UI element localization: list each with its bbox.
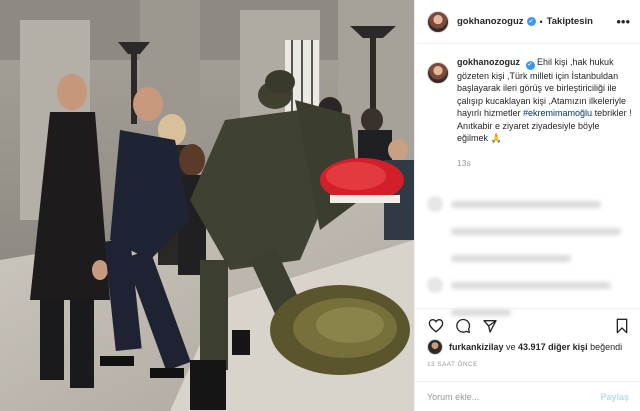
header-separator: •	[539, 16, 543, 27]
blurred-line	[451, 200, 601, 208]
blurred-comment-row	[427, 277, 627, 293]
author-avatar[interactable]	[427, 10, 449, 33]
likes-suffix: beğendi	[587, 342, 623, 352]
caption-body: gokhanozoguz Ehil kişi ,hak hukuk gözete…	[457, 56, 633, 170]
bookmark-icon[interactable]	[611, 315, 633, 337]
likes-connector: ve	[503, 342, 519, 352]
post-details-panel: gokhanozoguz • Takiptesin ••• gokhanozog…	[414, 0, 640, 411]
blurred-line	[451, 254, 571, 262]
post-comment-button[interactable]: Paylaş	[600, 392, 629, 402]
ellipsis-icon[interactable]: •••	[616, 14, 630, 29]
comment-icon[interactable]	[452, 315, 474, 337]
follow-status-button[interactable]: Takiptesin	[547, 16, 593, 27]
post-photo[interactable]	[0, 0, 414, 411]
caption-time: 13s	[457, 158, 471, 169]
blurred-comment-row	[427, 250, 627, 266]
likes-summary: furkankizilay ve 43.917 diğer kişi beğen…	[427, 339, 622, 355]
author-username[interactable]: gokhanozoguz	[457, 16, 524, 27]
caption-hashtag-link[interactable]: #ekremimamoğlu	[523, 108, 592, 118]
heart-icon[interactable]	[425, 315, 447, 337]
blurred-comment-row	[427, 223, 627, 239]
blurred-avatar	[427, 196, 443, 212]
post-timestamp[interactable]: 13 SAAT ÖNCE	[427, 361, 478, 368]
verified-badge-icon	[526, 17, 536, 26]
caption-username[interactable]: gokhanozoguz	[457, 57, 520, 67]
blurred-avatar	[427, 277, 443, 293]
blurred-comment-row	[427, 196, 627, 212]
blurred-line	[451, 281, 611, 289]
liker-username[interactable]: furkankizilay	[449, 342, 504, 352]
post-header: gokhanozoguz • Takiptesin •••	[415, 0, 640, 44]
liker-avatar[interactable]	[427, 339, 443, 355]
ceremony-photo	[0, 0, 414, 411]
caption-verified-badge-icon	[525, 60, 535, 70]
blurred-line	[451, 227, 621, 235]
comment-form: Paylaş	[415, 381, 640, 411]
post-actions-bar	[415, 308, 640, 338]
share-icon[interactable]	[479, 315, 501, 337]
post-caption: gokhanozoguz Ehil kişi ,hak hukuk gözete…	[427, 56, 633, 170]
caption-author-avatar[interactable]	[427, 62, 449, 84]
likes-count-link[interactable]: 43.917 diğer kişi	[518, 342, 588, 352]
comment-input[interactable]	[427, 391, 587, 402]
